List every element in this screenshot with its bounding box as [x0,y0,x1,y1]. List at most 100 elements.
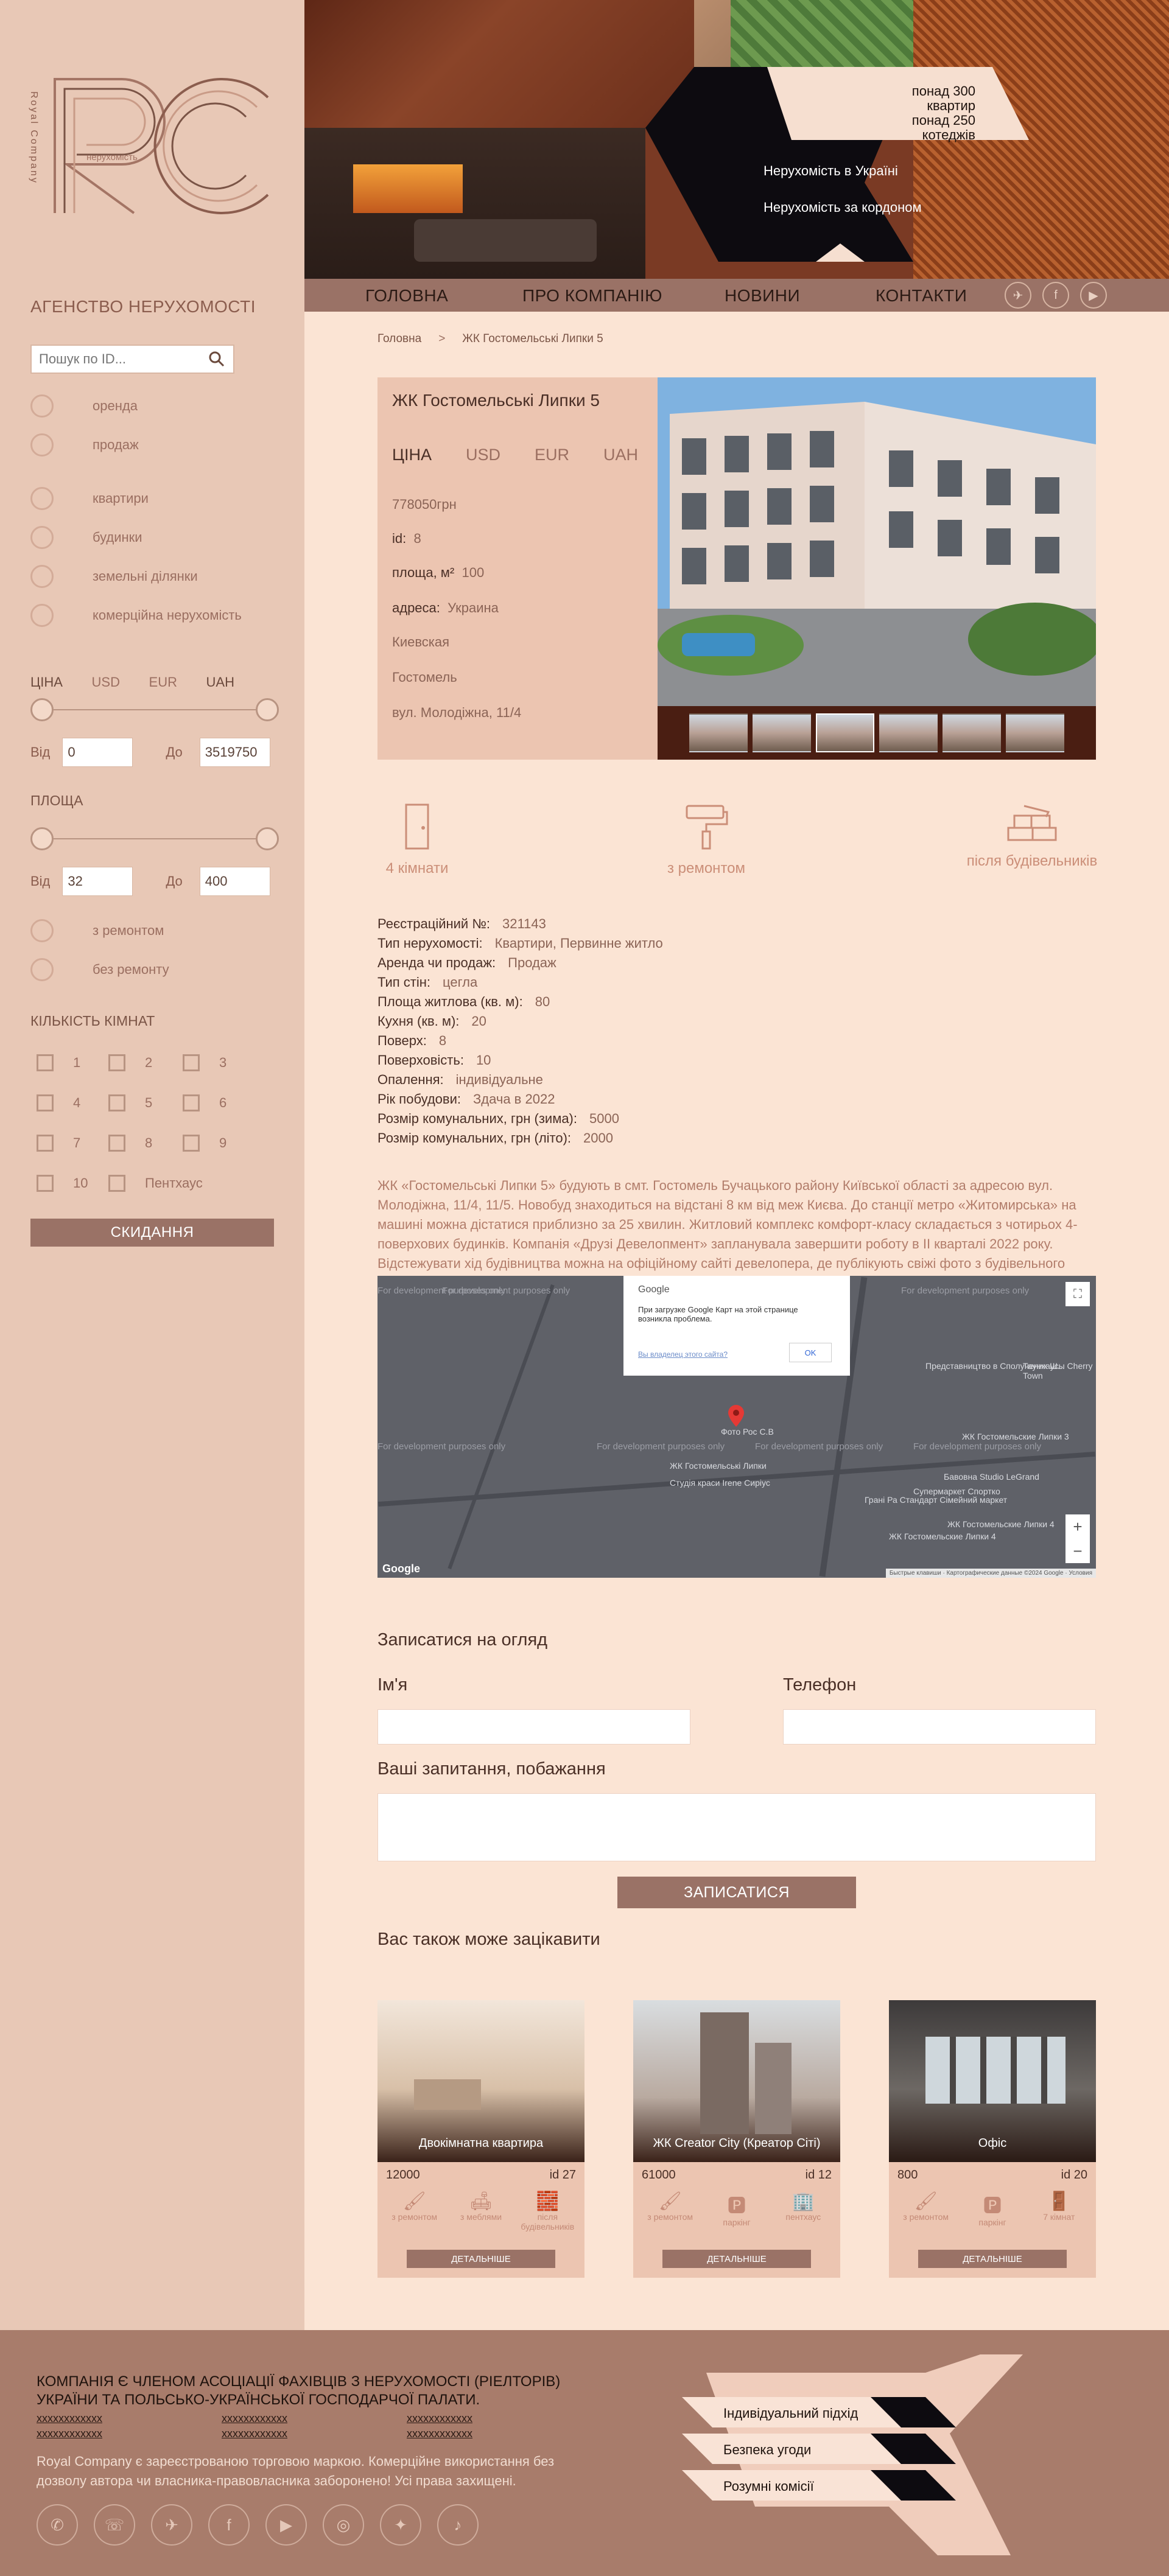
footer-link[interactable]: xxxxxxxxxxxx [407,2427,592,2440]
checkbox[interactable] [183,1054,200,1071]
radio-sale[interactable]: продаж [30,433,139,457]
nav-about[interactable]: ПРО КОМПАНІЮ [522,286,662,306]
submit-button[interactable]: ЗАПИСАТИСЯ [617,1877,856,1908]
nav-home[interactable]: ГОЛОВНА [365,286,448,306]
card-details-button[interactable]: ДЕТАЛЬНІШЕ [662,2250,811,2268]
slider-handle-max[interactable] [256,698,279,721]
checkbox[interactable] [108,1135,125,1152]
card-photo[interactable]: ЖК Creator City (Креатор Сіті) [633,2000,840,2162]
checkbox[interactable] [108,1094,125,1111]
radio-not-renovated[interactable]: без ремонту [30,958,169,981]
radio-button[interactable] [30,394,54,418]
radio-button[interactable] [30,526,54,549]
footer-link[interactable]: xxxxxxxxxxxx [407,2412,592,2425]
thumbnail-active[interactable] [816,713,874,752]
room-checkbox-2[interactable]: 2 [108,1054,152,1071]
room-checkbox-8[interactable]: 8 [108,1135,152,1152]
search-icon[interactable] [208,350,226,368]
facebook-icon[interactable]: f [1042,282,1069,309]
area-from-input[interactable]: 32 [62,867,133,896]
royal-company-logo[interactable]: Royal Company нерухомість [29,67,274,225]
property-main-photo[interactable] [658,377,1096,706]
related-card[interactable]: Двокімнатна квартира 12000 id 27 🖌 з ремон… [377,2000,584,2278]
related-card[interactable]: ЖК Creator City (Креатор Сіті) 61000 id 1… [633,2000,840,2278]
checkbox[interactable] [37,1135,54,1152]
thumbnail[interactable] [1006,713,1064,752]
slider-handle-max[interactable] [256,827,279,850]
whatsapp-icon[interactable]: ☏ [94,2504,135,2546]
radio-button[interactable] [30,565,54,588]
footer-link[interactable]: xxxxxxxxxxxx [222,2412,407,2425]
card-details-button[interactable]: ДЕТАЛЬНІШЕ [918,2250,1067,2268]
fullscreen-icon[interactable]: ⛶ [1065,1282,1090,1306]
currency-tab-uah[interactable]: UAH [206,674,234,690]
room-checkbox-10[interactable]: 10 [37,1175,88,1192]
currency-tab-uah[interactable]: UAH [603,446,638,464]
card-photo[interactable]: Офіс [889,2000,1096,2162]
slider-handle-min[interactable] [30,827,54,850]
checkbox[interactable] [37,1094,54,1111]
radio-land[interactable]: земельні ділянки [30,565,198,588]
breadcrumb-home[interactable]: Головна [377,332,421,346]
price-from-input[interactable]: 0 [62,738,133,767]
room-checkbox-4[interactable]: 4 [37,1094,80,1111]
checkbox[interactable] [108,1054,125,1071]
thumbnail[interactable] [943,713,1001,752]
radio-renovated[interactable]: з ремонтом [30,919,164,942]
currency-tab-usd[interactable]: USD [466,446,500,464]
radio-button[interactable] [30,604,54,627]
name-input[interactable] [377,1709,690,1745]
radio-commercial[interactable]: комерційна нерухомість [30,604,242,627]
currency-tab-price[interactable]: ЦІНА [30,674,63,690]
search-input[interactable] [39,351,197,367]
thumbnail[interactable] [689,713,748,752]
nav-contacts[interactable]: КОНТАКТИ [876,286,967,306]
dialog-ok-button[interactable]: OK [789,1343,832,1362]
hero-link-ukraine[interactable]: Нерухомість в Україні [764,163,898,179]
radio-button[interactable] [30,919,54,942]
footer-link[interactable]: xxxxxxxxxxxx [222,2427,407,2440]
twitter-icon[interactable]: ✦ [380,2504,421,2546]
facebook-icon[interactable]: f [208,2504,250,2546]
instagram-icon[interactable]: ◎ [323,2504,364,2546]
search-box[interactable] [30,345,234,374]
room-checkbox-3[interactable]: 3 [183,1054,226,1071]
youtube-icon[interactable]: ▶ [1080,282,1107,309]
area-to-input[interactable]: 400 [199,867,270,896]
checkbox[interactable] [183,1094,200,1111]
thumbnail[interactable] [879,713,938,752]
hero-link-abroad[interactable]: Нерухомість за кордоном [764,200,922,215]
thumbnail[interactable] [753,713,811,752]
currency-tab-usd[interactable]: USD [92,674,120,690]
map-pin-icon[interactable] [728,1405,744,1430]
zoom-in-button[interactable]: + [1065,1514,1090,1539]
telegram-icon[interactable]: ✈ [1005,282,1031,309]
room-checkbox-7[interactable]: 7 [37,1135,80,1152]
room-checkbox-6[interactable]: 6 [183,1094,226,1111]
nav-news[interactable]: НОВИНИ [725,286,800,306]
related-card[interactable]: Офіс 800 id 20 🖌 з ремонтом 🅿паркінг 🚪 7 кі… [889,2000,1096,2278]
footer-link[interactable]: xxxxxxxxxxxx [37,2412,222,2425]
radio-apartments[interactable]: квартири [30,487,149,510]
card-details-button[interactable]: ДЕТАЛЬНІШЕ [407,2250,555,2268]
radio-houses[interactable]: будинки [30,526,142,549]
slider-handle-min[interactable] [30,698,54,721]
price-slider[interactable] [30,698,279,722]
dialog-owner-link[interactable]: Вы владелец этого сайта? [638,1350,728,1359]
message-textarea[interactable] [377,1793,1096,1861]
checkbox[interactable] [37,1054,54,1071]
room-checkbox-5[interactable]: 5 [108,1094,152,1111]
card-photo[interactable]: Двокімнатна квартира [377,2000,584,2162]
room-checkbox-penthouse[interactable]: Пентхаус [108,1175,203,1192]
telegram-icon[interactable]: ✈ [151,2504,192,2546]
viber-icon[interactable]: ✆ [37,2504,78,2546]
room-checkbox-1[interactable]: 1 [37,1054,80,1071]
reset-button[interactable]: СКИДАННЯ [30,1219,274,1247]
tiktok-icon[interactable]: ♪ [437,2504,479,2546]
checkbox[interactable] [37,1175,54,1192]
google-map[interactable]: For development purposes only For develo… [377,1276,1096,1578]
youtube-icon[interactable]: ▶ [265,2504,307,2546]
map-footer-note[interactable]: Быстрые клавиши · Картографические данны… [885,1569,1096,1578]
currency-tab-eur[interactable]: EUR [535,446,569,464]
radio-button[interactable] [30,487,54,510]
